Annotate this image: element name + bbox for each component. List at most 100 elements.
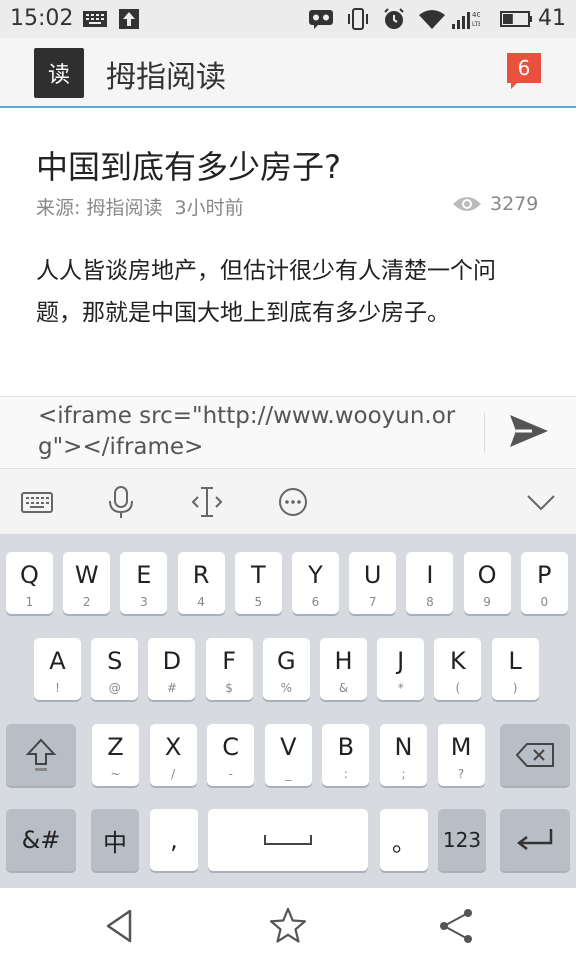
comma-key[interactable]: , <box>150 809 198 871</box>
key-z[interactable]: Z ~ <box>92 724 139 786</box>
key-r[interactable]: R4 <box>177 552 225 614</box>
key-sub-label: @ <box>108 681 121 695</box>
symbols-key[interactable]: &# <box>6 809 76 871</box>
key-sub-label: 7 <box>368 595 377 609</box>
key-main-label: H <box>334 647 353 675</box>
key-main-label: G <box>276 647 296 675</box>
key-a[interactable]: A! <box>34 638 81 700</box>
shift-key[interactable] <box>6 724 76 786</box>
key-main-label: M <box>450 733 472 761</box>
more-icon[interactable] <box>276 485 310 519</box>
key-sub-label: 6 <box>311 595 320 609</box>
chinese-key-label: 中 <box>103 828 127 857</box>
bottom-nav <box>0 888 576 960</box>
key-t[interactable]: T5 <box>234 552 282 614</box>
key-h[interactable]: H & <box>320 638 367 700</box>
key-main-label: W <box>74 561 99 589</box>
key-main-label: F <box>222 647 236 675</box>
keyboard-icon <box>83 11 107 27</box>
key-w[interactable]: W2 <box>63 552 111 614</box>
view-count-value: 3279 <box>490 193 539 215</box>
backspace-icon <box>515 743 554 767</box>
key-main-label: Y <box>308 561 323 589</box>
key-d[interactable]: D # <box>148 638 196 700</box>
key-o[interactable]: O9 <box>463 552 511 614</box>
key-sub-label: ! <box>55 681 60 695</box>
notification-badge[interactable]: 6 <box>507 53 541 83</box>
app-header: 读 拇指阅读 6 <box>0 38 576 108</box>
key-sub-label: & <box>338 681 349 695</box>
key-i[interactable]: I8 <box>406 552 454 614</box>
key-sub-label: 5 <box>254 595 263 609</box>
key-main-label: S <box>107 647 123 675</box>
key-j[interactable]: J * <box>377 638 425 700</box>
key-k[interactable]: K( <box>434 638 482 700</box>
key-l[interactable]: L) <box>491 638 539 700</box>
comma-key-label: , <box>170 826 178 854</box>
view-count: 3279 <box>452 193 538 215</box>
key-sub-label: * <box>397 681 404 695</box>
key-sub-label: ? <box>457 767 465 781</box>
numbers-key[interactable]: 123 <box>438 809 486 871</box>
key-n[interactable]: N; <box>380 724 427 786</box>
key-p[interactable]: P0 <box>520 552 568 614</box>
key-main-label: L <box>508 647 522 675</box>
send-icon[interactable] <box>508 413 550 449</box>
voicemail-icon <box>309 10 333 29</box>
key-main-label: N <box>394 733 413 761</box>
key-v[interactable]: V _ <box>264 724 312 786</box>
vibrate-icon <box>348 8 368 30</box>
status-time: 15:02 <box>10 6 74 31</box>
keyboard-toolbar <box>0 468 576 534</box>
key-sub-label: ) <box>512 681 518 695</box>
key-sub-label: 3 <box>140 595 148 609</box>
key-y[interactable]: Y6 <box>292 552 339 614</box>
key-sub-label: 2 <box>82 595 91 609</box>
period-key[interactable]: 。 <box>380 809 428 871</box>
share-icon[interactable] <box>436 906 476 946</box>
shift-icon <box>25 738 57 771</box>
key-q[interactable]: Q1 <box>6 552 53 614</box>
microphone-icon[interactable] <box>104 485 138 519</box>
key-main-label: P <box>537 561 552 589</box>
key-c[interactable]: C- <box>207 724 255 786</box>
key-e[interactable]: E3 <box>120 552 168 614</box>
key-x[interactable]: X / <box>149 724 197 786</box>
input-divider <box>484 413 485 453</box>
wifi-icon <box>419 10 445 29</box>
key-main-label: J <box>397 647 405 675</box>
enter-icon <box>516 829 553 850</box>
key-sub-label: _ <box>285 767 292 781</box>
key-f[interactable]: F $ <box>205 638 253 700</box>
key-sub-label: - <box>228 767 233 781</box>
space-key[interactable] <box>208 809 368 871</box>
alarm-icon <box>384 8 404 29</box>
key-g[interactable]: G% <box>262 638 310 700</box>
key-u[interactable]: U7 <box>349 552 397 614</box>
text-cursor-icon[interactable] <box>190 485 224 519</box>
key-main-label: Z <box>107 733 124 761</box>
notification-badge-tail <box>511 82 518 89</box>
key-main-label: U <box>363 561 382 589</box>
space-icon <box>264 835 312 845</box>
status-bar: 15:02 4G LTE 41 <box>0 0 576 38</box>
key-b[interactable]: B: <box>322 724 370 786</box>
key-m[interactable]: M? <box>437 724 485 786</box>
key-s[interactable]: S @ <box>91 638 139 700</box>
key-main-label: V <box>280 733 297 761</box>
key-sub-label: $ <box>225 681 233 695</box>
comment-input[interactable]: <iframe src="http://www.wooyun.org"></if… <box>38 401 458 463</box>
article-title: 中国到底有多少房子? <box>36 148 341 186</box>
back-icon[interactable] <box>100 906 140 946</box>
eye-icon <box>453 197 481 211</box>
key-main-label: K <box>450 647 466 675</box>
chinese-mode-key[interactable]: 中 <box>91 809 139 871</box>
key-sub-label: : <box>343 767 348 781</box>
backspace-key[interactable] <box>500 724 570 786</box>
enter-key[interactable] <box>500 809 570 871</box>
chevron-down-icon[interactable] <box>524 485 558 519</box>
keyboard-icon[interactable] <box>20 485 54 519</box>
key-sub-label: ~ <box>110 767 121 781</box>
favorite-star-icon[interactable] <box>268 906 308 946</box>
article-meta: 来源: 拇指阅读 3小时前 <box>36 197 244 219</box>
